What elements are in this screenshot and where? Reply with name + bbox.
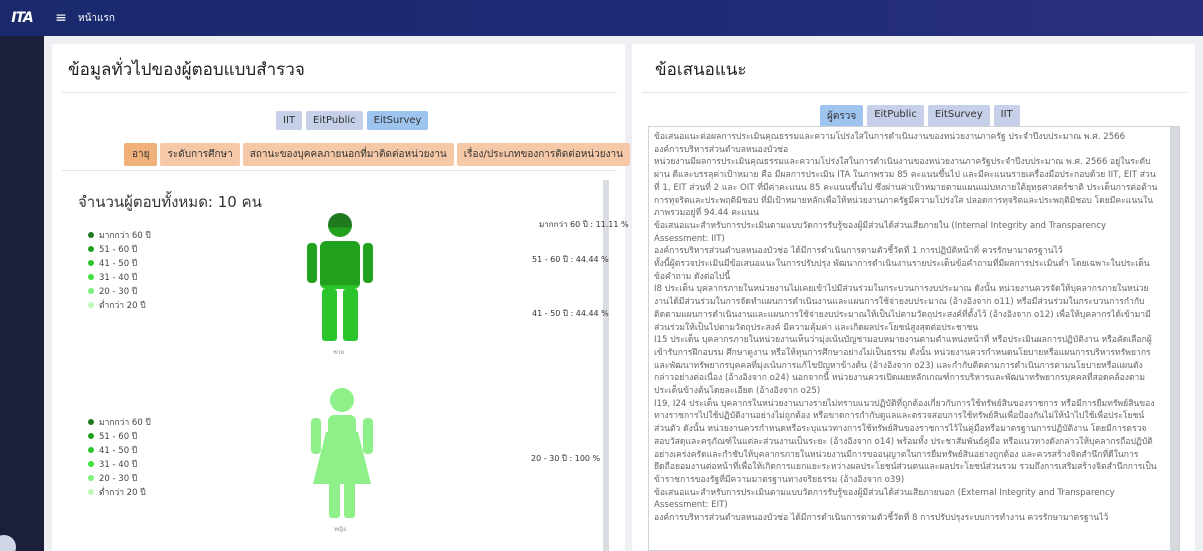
figure-segment (311, 388, 373, 518)
legend-item: มากกว่า 60 ปี (88, 228, 151, 242)
legend-label: 20 - 30 ปี (99, 287, 138, 297)
suggestion-paragraph: ทั้งนี้ผู้ตรวจประเมินมีข้อเสนอแนะในการปร… (654, 259, 1150, 282)
suggestion-paragraph: ข้อเสนอแนะสำหรับการประเมินตามแบบวัดการรั… (654, 220, 1107, 244)
textarea-scrollbar[interactable] (1170, 127, 1179, 550)
tab-auditor[interactable]: ผู้ตรวจ (820, 105, 864, 128)
legend-label: มากกว่า 60 ปี (99, 231, 151, 241)
legend-label: ต่ำกว่า 20 ปี (99, 488, 146, 498)
legend-label: 51 - 60 ปี (99, 432, 138, 442)
sidebar (0, 36, 44, 551)
legend-dot-icon (88, 461, 94, 467)
legend-label: ต่ำกว่า 20 ปี (99, 301, 146, 311)
legend-dot-icon (88, 274, 94, 280)
legend-dot-icon (88, 288, 94, 294)
filter-tab-education[interactable]: ระดับการศึกษา (160, 143, 240, 166)
legend-dot-icon (88, 489, 94, 495)
divider (642, 92, 1187, 93)
legend-label: 31 - 40 ปี (99, 460, 138, 470)
divider (62, 92, 617, 93)
legend-label: 51 - 60 ปี (99, 245, 138, 255)
male-label-51-60: 51 - 60 ปี : 44.44 % (532, 255, 609, 264)
total-respondents: จำนวนผู้ตอบทั้งหมด: 10 คน (78, 193, 262, 211)
top-navbar: ITA ≡ หน้าแรก (0, 0, 1203, 36)
age-legend-female: มากกว่า 60 ปี 51 - 60 ปี 41 - 50 ปี 31 - 40… (88, 415, 151, 499)
suggestion-paragraph: I15 ประเด็น บุคลากรภายในหน่วยงานเห็นว่าม… (654, 335, 1152, 397)
female-caption: หญิง (334, 526, 346, 533)
figure-segment (307, 285, 373, 341)
legend-dot-icon (88, 419, 94, 425)
legend-dot-icon (88, 433, 94, 439)
filter-tab-visitor-status[interactable]: สถานะของบุคคลภายนอกที่มาติดต่อหน่วยงาน (242, 143, 454, 166)
tab-eitsurvey[interactable]: EitSurvey (927, 105, 990, 128)
tab-eitsurvey[interactable]: EitSurvey (366, 111, 429, 130)
legend-item: 31 - 40 ปี (88, 457, 151, 471)
male-figure (307, 213, 373, 341)
suggestion-tabs: ผู้ตรวจ EitPublic EitSurvey IIT (820, 105, 1020, 128)
tab-eitpublic[interactable]: EitPublic (306, 111, 363, 130)
legend-item: 20 - 30 ปี (88, 471, 151, 485)
female-figure (311, 388, 373, 518)
legend-dot-icon (88, 447, 94, 453)
legend-dot-icon (88, 246, 94, 252)
suggestion-paragraph: องค์การบริหารส่วนตำบลหนองบัวช่อ ได้มีการ… (654, 513, 1109, 524)
legend-dot-icon (88, 475, 94, 481)
legend-label: มากกว่า 60 ปี (99, 418, 151, 428)
legend-label: 20 - 30 ปี (99, 474, 138, 484)
suggestion-paragraph: I19, I24 ประเด็น บุคลากรในหน่วยงานบางราย… (654, 398, 1157, 485)
suggestion-paragraph: I8 ประเด็น บุคลากรภายในหน่วยงานไม่เคยเข้… (654, 284, 1151, 333)
divider (62, 170, 617, 171)
legend-item: มากกว่า 60 ปี (88, 415, 151, 429)
suggestion-paragraph: องค์การบริหารส่วนตำบลหนองบัวช่อ (654, 144, 789, 155)
legend-label: 41 - 50 ปี (99, 259, 138, 269)
legend-item: 51 - 60 ปี (88, 429, 151, 443)
suggestion-paragraph: ข้อเสนอแนะต่อผลการประเมินคุณธรรมและความโ… (654, 132, 1126, 142)
tab-iit[interactable]: IIT (276, 111, 303, 130)
male-label-over60: มากกว่า 60 ปี : 11.11 % (539, 220, 629, 229)
legend-item: 51 - 60 ปี (88, 242, 151, 256)
suggestion-paragraph: ข้อเสนอแนะสำหรับการประเมินตามแบบวัดการรั… (654, 487, 1115, 511)
female-label-20-30: 20 - 30 ปี : 100 % (531, 454, 601, 463)
legend-dot-icon (88, 232, 94, 238)
legend-dot-icon (88, 302, 94, 308)
tab-eitpublic[interactable]: EitPublic (867, 105, 924, 128)
suggestions-title: ข้อเสนอแนะ (655, 60, 747, 80)
legend-item: 31 - 40 ปี (88, 270, 151, 284)
filter-tab-age[interactable]: อายุ (124, 143, 158, 166)
suggestion-paragraph: หน่วยงานมีผลการประเมินคุณธรรมและความโปร่… (654, 157, 1158, 219)
age-legend-male: มากกว่า 60 ปี 51 - 60 ปี 41 - 50 ปี 31 - 40… (88, 228, 151, 312)
legend-item: ต่ำกว่า 20 ปี (88, 485, 151, 499)
logo-text: ITA (11, 10, 33, 26)
legend-item: 20 - 30 ปี (88, 284, 151, 298)
figure-segment (307, 213, 373, 228)
legend-label: 41 - 50 ปี (99, 446, 138, 456)
survey-tabs: IIT EitPublic EitSurvey (276, 111, 429, 130)
filter-tabs: อายุ ระดับการศึกษา สถานะของบุคคลภายนอกที… (124, 143, 630, 166)
ita-logo[interactable]: ITA (0, 0, 44, 36)
suggestions-textarea[interactable]: ข้อเสนอแนะต่อผลการประเมินคุณธรรมและความโ… (648, 126, 1180, 551)
figure-segment (307, 227, 373, 286)
hamburger-icon[interactable]: ≡ (50, 0, 72, 36)
male-label-41-50: 41 - 50 ปี : 44.44 % (532, 309, 609, 318)
chart-scrollbar[interactable] (603, 180, 609, 551)
filter-tab-contact-type[interactable]: เรื่อง/ประเภทของการติดต่อหน่วยงาน (456, 143, 630, 166)
breadcrumb-home[interactable]: หน้าแรก (78, 11, 115, 26)
legend-dot-icon (88, 260, 94, 266)
suggestion-paragraph: องค์การบริหารส่วนตำบลหนองบัวช่อ ได้มีการ… (654, 246, 1063, 257)
legend-item: 41 - 50 ปี (88, 256, 151, 270)
sidebar-toggle-icon[interactable] (0, 535, 16, 551)
tab-iit[interactable]: IIT (993, 105, 1020, 128)
general-info-title: ข้อมูลทั่วไปของผู้ตอบแบบสำรวจ (68, 60, 305, 80)
legend-item: 41 - 50 ปี (88, 443, 151, 457)
suggestions-text: ข้อเสนอแนะต่อผลการประเมินคุณธรรมและความโ… (649, 127, 1165, 525)
male-caption: ชาย (333, 349, 344, 356)
legend-item: ต่ำกว่า 20 ปี (88, 298, 151, 312)
legend-label: 31 - 40 ปี (99, 273, 138, 283)
